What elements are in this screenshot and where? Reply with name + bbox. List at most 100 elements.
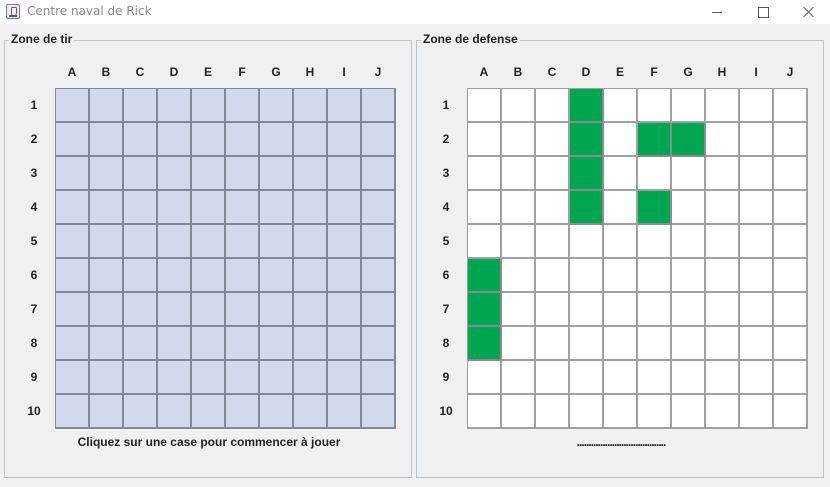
- attack-cell-H1[interactable]: [294, 89, 328, 123]
- attack-cell-A8[interactable]: [56, 327, 90, 361]
- attack-cell-I1[interactable]: [328, 89, 362, 123]
- attack-cell-E7[interactable]: [192, 293, 226, 327]
- attack-cell-G9[interactable]: [260, 361, 294, 395]
- attack-cell-C6[interactable]: [124, 259, 158, 293]
- attack-cell-B1[interactable]: [90, 89, 124, 123]
- attack-cell-D1[interactable]: [158, 89, 192, 123]
- attack-cell-B2[interactable]: [90, 123, 124, 157]
- attack-cell-F3[interactable]: [226, 157, 260, 191]
- attack-cell-F10[interactable]: [226, 395, 260, 429]
- attack-cell-I9[interactable]: [328, 361, 362, 395]
- attack-cell-D9[interactable]: [158, 361, 192, 395]
- attack-cell-D7[interactable]: [158, 293, 192, 327]
- attack-cell-D3[interactable]: [158, 157, 192, 191]
- attack-cell-B10[interactable]: [90, 395, 124, 429]
- attack-cell-F1[interactable]: [226, 89, 260, 123]
- attack-cell-F6[interactable]: [226, 259, 260, 293]
- attack-cell-B9[interactable]: [90, 361, 124, 395]
- attack-cell-E8[interactable]: [192, 327, 226, 361]
- attack-cell-G5[interactable]: [260, 225, 294, 259]
- attack-cell-B5[interactable]: [90, 225, 124, 259]
- attack-cell-C1[interactable]: [124, 89, 158, 123]
- attack-cell-C2[interactable]: [124, 123, 158, 157]
- attack-cell-C10[interactable]: [124, 395, 158, 429]
- attack-cell-A7[interactable]: [56, 293, 90, 327]
- close-button[interactable]: [786, 0, 830, 24]
- attack-cell-J2[interactable]: [362, 123, 396, 157]
- attack-cell-F2[interactable]: [226, 123, 260, 157]
- attack-cell-F9[interactable]: [226, 361, 260, 395]
- attack-cell-D10[interactable]: [158, 395, 192, 429]
- attack-cell-A10[interactable]: [56, 395, 90, 429]
- attack-cell-D4[interactable]: [158, 191, 192, 225]
- maximize-button[interactable]: [740, 0, 786, 24]
- attack-cell-I5[interactable]: [328, 225, 362, 259]
- attack-cell-H7[interactable]: [294, 293, 328, 327]
- attack-cell-J9[interactable]: [362, 361, 396, 395]
- attack-cell-C5[interactable]: [124, 225, 158, 259]
- attack-cell-E1[interactable]: [192, 89, 226, 123]
- attack-cell-G2[interactable]: [260, 123, 294, 157]
- attack-cell-J8[interactable]: [362, 327, 396, 361]
- attack-cell-C9[interactable]: [124, 361, 158, 395]
- attack-cell-H4[interactable]: [294, 191, 328, 225]
- attack-cell-A1[interactable]: [56, 89, 90, 123]
- attack-cell-G1[interactable]: [260, 89, 294, 123]
- attack-cell-A6[interactable]: [56, 259, 90, 293]
- attack-cell-A5[interactable]: [56, 225, 90, 259]
- minimize-button[interactable]: [694, 0, 740, 24]
- attack-cell-D8[interactable]: [158, 327, 192, 361]
- attack-cell-C4[interactable]: [124, 191, 158, 225]
- attack-cell-J4[interactable]: [362, 191, 396, 225]
- attack-cell-B3[interactable]: [90, 157, 124, 191]
- attack-cell-G10[interactable]: [260, 395, 294, 429]
- attack-cell-D5[interactable]: [158, 225, 192, 259]
- attack-cell-E9[interactable]: [192, 361, 226, 395]
- attack-cell-A2[interactable]: [56, 123, 90, 157]
- attack-cell-B6[interactable]: [90, 259, 124, 293]
- attack-cell-J7[interactable]: [362, 293, 396, 327]
- attack-cell-G6[interactable]: [260, 259, 294, 293]
- attack-cell-J5[interactable]: [362, 225, 396, 259]
- attack-cell-H8[interactable]: [294, 327, 328, 361]
- attack-cell-A9[interactable]: [56, 361, 90, 395]
- attack-cell-H6[interactable]: [294, 259, 328, 293]
- attack-cell-I8[interactable]: [328, 327, 362, 361]
- attack-cell-J10[interactable]: [362, 395, 396, 429]
- attack-cell-B4[interactable]: [90, 191, 124, 225]
- attack-cell-J6[interactable]: [362, 259, 396, 293]
- attack-cell-H2[interactable]: [294, 123, 328, 157]
- attack-cell-H5[interactable]: [294, 225, 328, 259]
- attack-cell-I7[interactable]: [328, 293, 362, 327]
- attack-cell-G3[interactable]: [260, 157, 294, 191]
- attack-cell-I3[interactable]: [328, 157, 362, 191]
- attack-cell-G7[interactable]: [260, 293, 294, 327]
- attack-cell-F4[interactable]: [226, 191, 260, 225]
- attack-cell-I6[interactable]: [328, 259, 362, 293]
- attack-cell-E10[interactable]: [192, 395, 226, 429]
- attack-cell-E4[interactable]: [192, 191, 226, 225]
- attack-cell-C3[interactable]: [124, 157, 158, 191]
- attack-cell-D2[interactable]: [158, 123, 192, 157]
- attack-cell-H9[interactable]: [294, 361, 328, 395]
- attack-cell-J1[interactable]: [362, 89, 396, 123]
- attack-cell-G8[interactable]: [260, 327, 294, 361]
- attack-cell-B7[interactable]: [90, 293, 124, 327]
- attack-cell-F5[interactable]: [226, 225, 260, 259]
- attack-cell-F8[interactable]: [226, 327, 260, 361]
- attack-cell-C7[interactable]: [124, 293, 158, 327]
- attack-cell-C8[interactable]: [124, 327, 158, 361]
- attack-cell-G4[interactable]: [260, 191, 294, 225]
- attack-cell-E6[interactable]: [192, 259, 226, 293]
- attack-cell-B8[interactable]: [90, 327, 124, 361]
- attack-cell-I10[interactable]: [328, 395, 362, 429]
- attack-cell-D6[interactable]: [158, 259, 192, 293]
- attack-cell-H3[interactable]: [294, 157, 328, 191]
- attack-cell-F7[interactable]: [226, 293, 260, 327]
- attack-cell-J3[interactable]: [362, 157, 396, 191]
- attack-cell-I2[interactable]: [328, 123, 362, 157]
- attack-cell-I4[interactable]: [328, 191, 362, 225]
- attack-cell-E2[interactable]: [192, 123, 226, 157]
- attack-cell-A4[interactable]: [56, 191, 90, 225]
- attack-cell-A3[interactable]: [56, 157, 90, 191]
